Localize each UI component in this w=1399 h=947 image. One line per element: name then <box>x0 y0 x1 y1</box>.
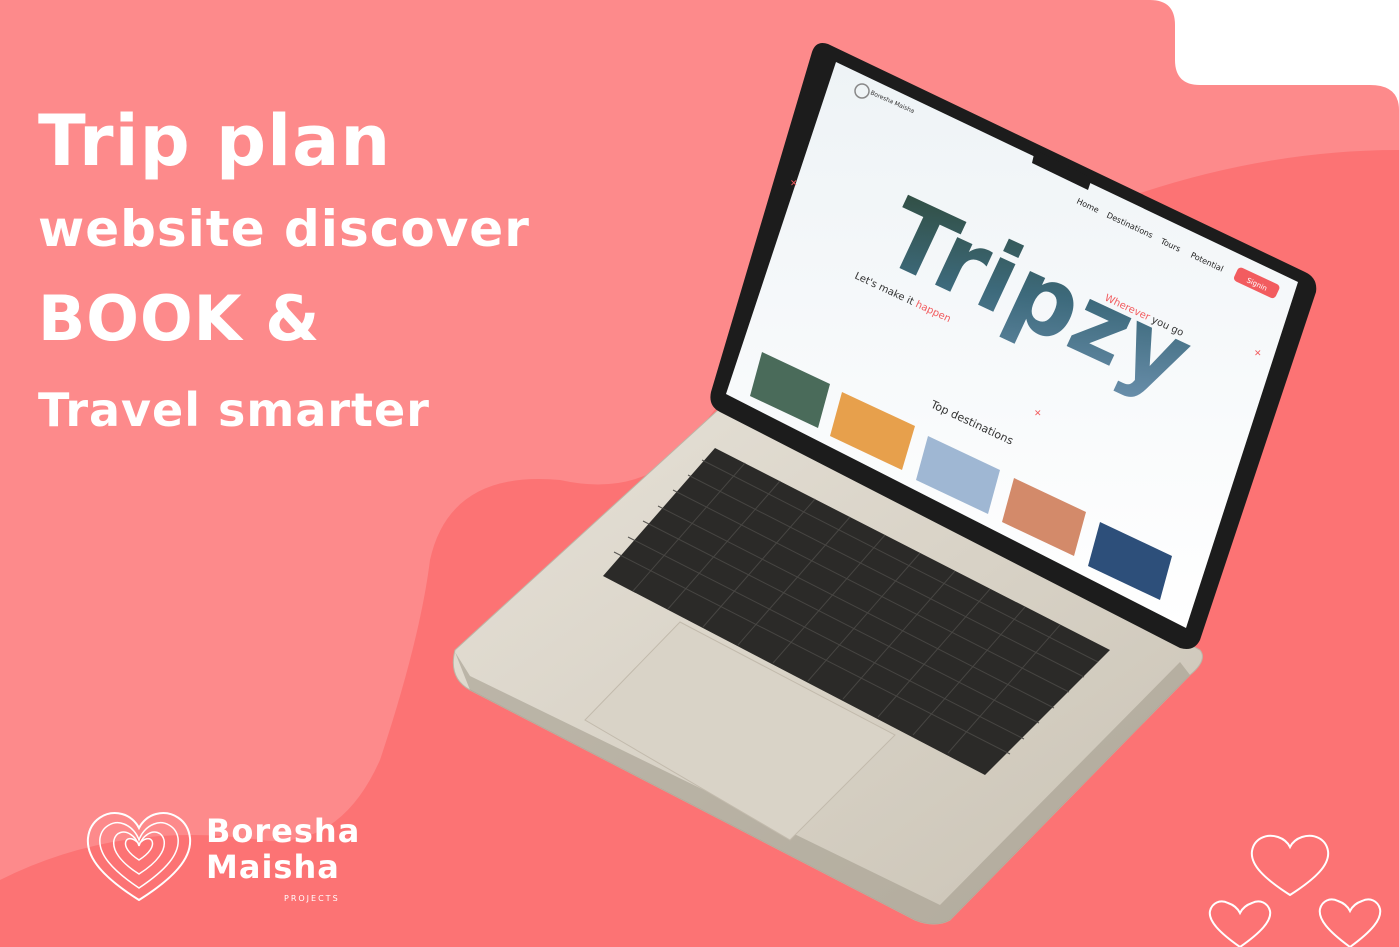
site-logo-text: Boresha Maisha <box>869 89 915 115</box>
heart-icon <box>1208 900 1272 947</box>
destination-card[interactable] <box>750 352 830 428</box>
site-logo[interactable]: Boresha Maisha <box>854 83 916 115</box>
nav-item-destinations[interactable]: Destinations <box>1105 211 1154 240</box>
nav-item-potential[interactable]: Potential <box>1189 251 1225 274</box>
decorative-hearts <box>1208 834 1382 947</box>
destination-card[interactable] <box>830 392 915 470</box>
section-title: Top destinations <box>928 398 1016 448</box>
destination-card[interactable] <box>1088 522 1172 600</box>
brand-name-line-2: Maisha <box>206 848 340 886</box>
hero-title: Tripzy <box>868 177 1207 415</box>
heart-icon <box>1250 834 1330 897</box>
signin-button[interactable]: Signin <box>1233 266 1281 299</box>
plane-icon: ✕ <box>1034 409 1042 419</box>
plane-icon: ✕ <box>1254 349 1262 359</box>
nav-item-tours[interactable]: Tours <box>1158 236 1182 253</box>
heart-icon <box>1318 898 1382 947</box>
brand-logo: Boresha Maisha PROJECTS <box>84 808 364 918</box>
brand-name-line-1: Boresha <box>206 812 361 850</box>
plane-icon: ✕ <box>790 179 798 189</box>
website-screen: Boresha Maisha Home Destinations Tours P… <box>750 83 1281 600</box>
fingerprint-heart-icon <box>86 812 192 902</box>
destination-card[interactable] <box>916 436 1000 514</box>
nav-item-home[interactable]: Home <box>1075 197 1100 215</box>
destination-card[interactable] <box>1002 478 1086 556</box>
brand-subtitle: PROJECTS <box>284 894 340 903</box>
